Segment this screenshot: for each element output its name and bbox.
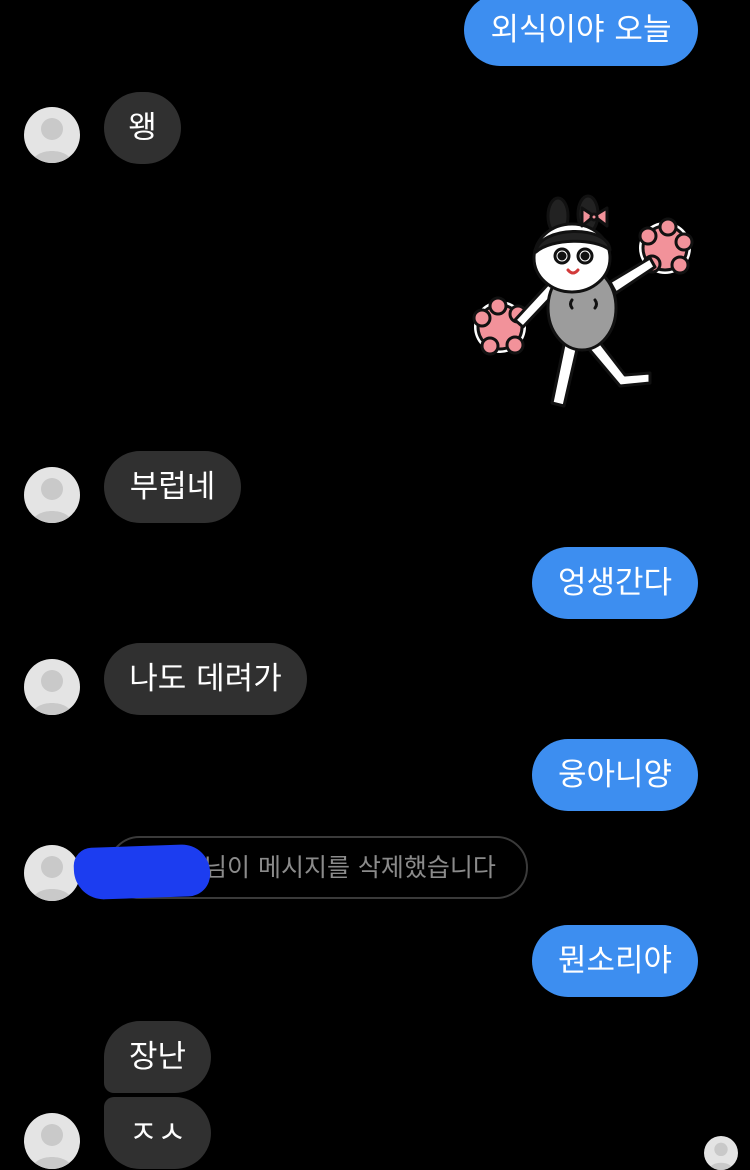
outgoing-message-bubble[interactable]: 웅아니양 — [532, 739, 698, 811]
incoming-message-bubble[interactable]: 왱 — [104, 92, 181, 164]
incoming-message-bubble[interactable]: 부럽네 — [104, 451, 241, 523]
outgoing-message-bubble[interactable]: 외식이야 오늘 — [464, 0, 698, 66]
contact-avatar[interactable] — [24, 467, 80, 523]
outgoing-message-bubble[interactable]: 엉생간다 — [532, 547, 698, 619]
contact-avatar[interactable] — [24, 107, 80, 163]
read-receipt-avatar — [704, 1136, 738, 1170]
cheerleader-bunny-sticker[interactable] — [460, 190, 705, 425]
incoming-message-bubble[interactable]: ㅈㅅ — [104, 1097, 211, 1169]
contact-avatar[interactable] — [24, 845, 80, 901]
contact-avatar[interactable] — [24, 1113, 80, 1169]
incoming-message-bubble[interactable]: 장난 — [104, 1021, 211, 1093]
contact-avatar[interactable] — [24, 659, 80, 715]
incoming-message-bubble[interactable]: 나도 데려가 — [104, 643, 307, 715]
outgoing-message-bubble[interactable]: 뭔소리야 — [532, 925, 698, 997]
redaction-scribble — [73, 843, 211, 901]
